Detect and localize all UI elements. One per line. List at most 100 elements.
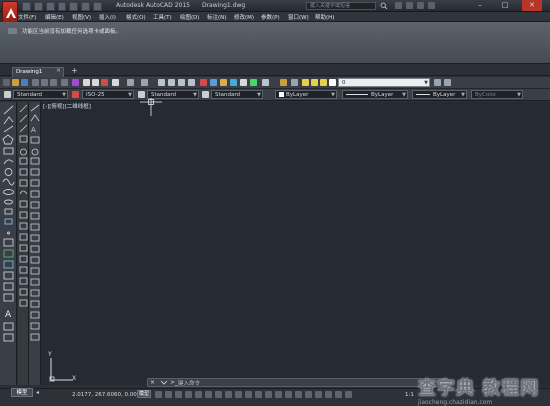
help-icon[interactable]	[428, 2, 435, 9]
isodraft-icon[interactable]	[215, 391, 222, 398]
lineweight-icon[interactable]	[245, 391, 252, 398]
drawing-area[interactable]	[41, 102, 550, 385]
open-icon[interactable]	[33, 2, 43, 11]
polar-icon[interactable]	[205, 391, 212, 398]
paste-icon[interactable]	[101, 79, 108, 86]
layer-previous-icon[interactable]	[444, 79, 451, 86]
ortho-icon[interactable]	[195, 391, 202, 398]
properties-icon[interactable]	[200, 79, 207, 86]
layer-bulb-icon[interactable]	[302, 79, 309, 86]
menu-dimension[interactable]: 标注(N)	[207, 12, 234, 21]
sheet-set-manager-icon[interactable]	[230, 79, 237, 86]
new-tab-button[interactable]: +	[70, 66, 79, 75]
dim-style-icon[interactable]	[72, 91, 79, 98]
exchange-icon[interactable]	[406, 2, 413, 9]
close-button[interactable]: ✕	[522, 0, 542, 11]
lock-ui-icon[interactable]	[315, 391, 322, 398]
command-close-icon[interactable]: ×	[150, 379, 155, 386]
color-dropdown[interactable]: ByLayer ▼	[275, 90, 337, 99]
command-input[interactable]: 键入命令	[178, 379, 200, 387]
quickcalc-icon[interactable]	[250, 79, 257, 86]
plot-preview-icon[interactable]	[50, 79, 57, 86]
snap-icon[interactable]	[165, 391, 172, 398]
object-snap-tracking-icon[interactable]	[225, 391, 232, 398]
pan-icon[interactable]	[158, 79, 165, 86]
coordinate-display[interactable]: 2.0177, 267.6060, 0.0000	[72, 392, 144, 398]
annotation-scale[interactable]: 1:1	[405, 392, 414, 398]
edit-tools-icon[interactable]: A	[29, 102, 41, 385]
command-settings-icon[interactable]	[160, 380, 168, 386]
layer-freeze-icon[interactable]	[311, 79, 318, 86]
copy-icon[interactable]	[92, 79, 99, 86]
minimize-button[interactable]: –	[470, 0, 490, 11]
tool-palettes-icon[interactable]	[220, 79, 227, 86]
units-icon[interactable]	[295, 391, 302, 398]
dim-style-dropdown[interactable]: ISO-25 ▼	[82, 90, 134, 99]
undo-icon[interactable]	[127, 79, 134, 86]
new-icon[interactable]	[22, 2, 31, 11]
infer-constraints-icon[interactable]	[175, 391, 182, 398]
layer-lock-icon[interactable]	[320, 79, 327, 86]
dynamic-input-icon[interactable]	[185, 391, 192, 398]
mleader-style-dropdown[interactable]: Standard ▼	[211, 90, 263, 99]
quick-properties-icon[interactable]	[305, 391, 312, 398]
model-layout-tab[interactable]: 模型	[11, 388, 33, 397]
redo-icon[interactable]	[93, 2, 103, 11]
text-style-dropdown[interactable]: Standard ▼	[13, 90, 68, 99]
plot-icon[interactable]	[41, 79, 48, 86]
zoom-realtime-icon[interactable]	[168, 79, 175, 86]
undo-icon[interactable]	[81, 2, 91, 11]
layer-properties-icon[interactable]	[280, 79, 287, 86]
menu-insert[interactable]: 插入(I)	[99, 12, 126, 21]
new-icon[interactable]	[3, 79, 10, 86]
publish-icon[interactable]	[61, 79, 68, 86]
zoom-previous-icon[interactable]	[188, 79, 195, 86]
3d-osnap-icon[interactable]	[275, 391, 282, 398]
layout-tab-arrow-icon[interactable]: ◂	[36, 389, 39, 396]
transparency-icon[interactable]	[255, 391, 262, 398]
menu-parametric[interactable]: 参数(P)	[261, 12, 288, 21]
menu-window[interactable]: 窗口(W)	[288, 12, 315, 21]
modify-tools-icon[interactable]	[18, 102, 29, 385]
tab-close-icon[interactable]: ×	[56, 67, 61, 74]
search-icon[interactable]	[380, 2, 388, 10]
model-space-button[interactable]: 模型	[137, 390, 151, 398]
match-properties-icon[interactable]	[112, 79, 119, 86]
design-center-icon[interactable]	[210, 79, 217, 86]
sign-in-icon[interactable]	[395, 2, 402, 9]
3d-print-icon[interactable]	[72, 79, 79, 86]
text-style-icon[interactable]	[4, 91, 11, 98]
menu-draw[interactable]: 绘图(D)	[180, 12, 207, 21]
menu-file[interactable]: 文件(F)	[18, 12, 45, 21]
search-input[interactable]: 键入关键字或短语	[306, 2, 376, 10]
layer-dropdown[interactable]: 0 ▼	[338, 78, 430, 87]
save-as-icon[interactable]	[57, 2, 67, 11]
menu-help[interactable]: 帮助(H)	[315, 12, 342, 21]
lineweight-dropdown[interactable]: ByLayer ▼	[412, 90, 467, 99]
cut-icon[interactable]	[83, 79, 90, 86]
menu-tools[interactable]: 工具(T)	[153, 12, 180, 21]
table-style-icon[interactable]	[138, 91, 145, 98]
markup-icon[interactable]	[240, 79, 247, 86]
menu-edit[interactable]: 编辑(E)	[45, 12, 72, 21]
hardware-acceleration-icon[interactable]	[335, 391, 342, 398]
plot-icon[interactable]	[69, 2, 79, 11]
open-icon[interactable]	[12, 79, 19, 86]
stay-connected-icon[interactable]	[417, 2, 424, 9]
zoom-window-icon[interactable]	[178, 79, 185, 86]
layer-color-icon[interactable]	[329, 79, 336, 86]
isolate-objects-icon[interactable]	[325, 391, 332, 398]
save-icon[interactable]	[45, 2, 55, 11]
mleader-style-icon[interactable]	[202, 91, 209, 98]
layer-state-icon[interactable]	[291, 79, 298, 86]
menu-modify[interactable]: 修改(M)	[234, 12, 261, 21]
sheet-set-icon[interactable]	[32, 79, 39, 86]
annotation-monitor-icon[interactable]	[285, 391, 292, 398]
grid-icon[interactable]	[155, 391, 162, 398]
redo-icon[interactable]	[141, 79, 148, 86]
selection-cycling-icon[interactable]	[265, 391, 272, 398]
maximize-button[interactable]: □	[495, 0, 515, 11]
plotstyle-dropdown[interactable]: ByColor ▼	[471, 90, 523, 99]
clean-screen-icon[interactable]	[345, 391, 352, 398]
save-icon[interactable]	[21, 79, 28, 86]
